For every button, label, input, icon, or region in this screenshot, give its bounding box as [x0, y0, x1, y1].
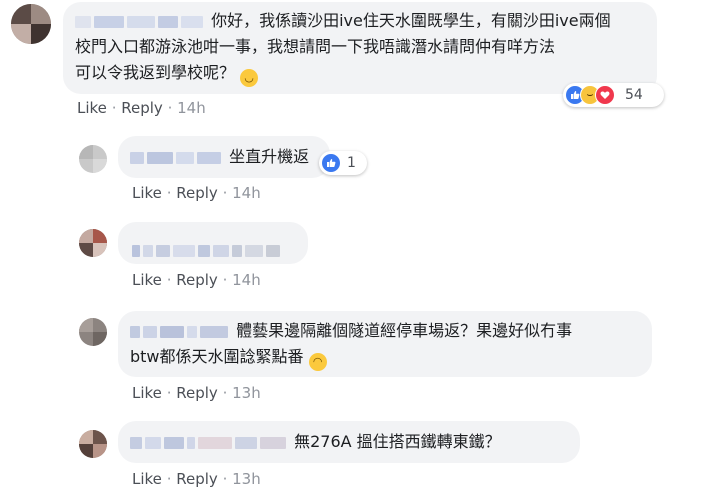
commenter-name-blurred[interactable]	[130, 147, 229, 166]
comment-actions: Like · Reply · 14h	[132, 271, 261, 289]
comment-text-blurred	[132, 237, 283, 263]
separator-dot: ·	[222, 184, 228, 202]
comment-text: 坐直升機返	[130, 144, 309, 170]
commenter-name-blurred[interactable]	[130, 321, 236, 340]
avatar-pixel	[11, 24, 31, 44]
comment-bubble: 無276A 搵住搭西鐵轉東鐵？	[118, 421, 580, 463]
reaction-count: 1	[347, 155, 356, 171]
separator-dot: ·	[167, 99, 173, 117]
separator-dot: ·	[222, 470, 228, 488]
reply-link[interactable]: Reply	[176, 384, 218, 402]
avatar-pixel	[93, 243, 107, 257]
comment-actions: Like · Reply · 14h	[77, 99, 206, 117]
avatar-pixel	[93, 159, 107, 173]
like-link[interactable]: Like	[132, 184, 162, 202]
reply-link[interactable]: Reply	[176, 184, 218, 202]
avatar[interactable]	[79, 430, 107, 458]
separator-dot: ·	[222, 384, 228, 402]
like-reaction-icon	[321, 153, 341, 173]
comment-line-2: 校門入口都游泳池咁一事，我想請問一下我唔識潛水請問仲有咩方法	[75, 37, 556, 56]
separator-dot: ·	[166, 184, 172, 202]
comment-bubble	[118, 222, 308, 264]
comment-text: 你好，我係讀沙田ive住天水圍既學生，有關沙田ive兩個 校門入口都游泳池咁一事…	[75, 8, 611, 87]
like-link[interactable]: Like	[132, 470, 162, 488]
timestamp[interactable]: 13h	[232, 384, 261, 402]
comment-text: 無276A 搵住搭西鐵轉東鐵？	[130, 429, 501, 455]
separator-dot: ·	[222, 271, 228, 289]
avatar-pixel	[93, 229, 107, 243]
avatar-pixel	[11, 4, 31, 24]
comment-text: 體藝果邊隔離個隧道經停車場返？果邊好似冇事 btw都係天水圍諗緊點番 ◠	[130, 318, 572, 371]
like-link[interactable]: Like	[77, 99, 107, 117]
separator-dot: ·	[166, 271, 172, 289]
relieved-face-emoji-icon: ◡	[240, 69, 259, 87]
avatar[interactable]	[11, 4, 51, 44]
love-reaction-icon	[595, 85, 615, 105]
comment-line-2: btw都係天水圍諗緊點番	[130, 347, 304, 366]
comment-body: 坐直升機返	[229, 147, 310, 166]
avatar-pixel	[79, 145, 93, 159]
reply-link[interactable]: Reply	[121, 99, 163, 117]
avatar-pixel	[79, 318, 93, 332]
avatar-pixel	[93, 444, 107, 458]
avatar-pixel	[79, 444, 93, 458]
avatar[interactable]	[79, 318, 107, 346]
comment-line-1: 你好，我係讀沙田ive住天水圍既學生，有關沙田ive兩個	[211, 11, 611, 30]
comment-actions: Like · Reply · 13h	[132, 384, 261, 402]
reaction-count: 54	[625, 87, 643, 103]
reply-link[interactable]: Reply	[176, 470, 218, 488]
timestamp[interactable]: 14h	[232, 184, 261, 202]
avatar-pixel	[31, 4, 51, 24]
timestamp[interactable]: 14h	[232, 271, 261, 289]
reaction-summary[interactable]: ⌣ 54	[563, 83, 664, 107]
avatar-pixel	[79, 430, 93, 444]
comment-bubble: 你好，我係讀沙田ive住天水圍既學生，有關沙田ive兩個 校門入口都游泳池咁一事…	[63, 2, 657, 94]
comment-body: 無276A 搵住搭西鐵轉東鐵？	[294, 432, 501, 451]
avatar[interactable]	[79, 145, 107, 173]
reaction-summary[interactable]: 1	[319, 151, 367, 175]
avatar-pixel	[79, 229, 93, 243]
avatar-pixel	[31, 24, 51, 44]
comment-line-1: 體藝果邊隔離個隧道經停車場返？果邊好似冇事	[236, 321, 573, 340]
like-link[interactable]: Like	[132, 271, 162, 289]
avatar[interactable]	[79, 229, 107, 257]
avatar-pixel	[93, 332, 107, 346]
separator-dot: ·	[111, 99, 117, 117]
like-link[interactable]: Like	[132, 384, 162, 402]
comment-actions: Like · Reply · 14h	[132, 184, 261, 202]
separator-dot: ·	[166, 470, 172, 488]
avatar-pixel	[93, 430, 107, 444]
reply-link[interactable]: Reply	[176, 271, 218, 289]
comment-line-3: 可以令我返到學校呢？	[75, 63, 236, 82]
avatar-pixel	[79, 243, 93, 257]
comment-bubble: 體藝果邊隔離個隧道經停車場返？果邊好似冇事 btw都係天水圍諗緊點番 ◠	[118, 311, 652, 377]
timestamp[interactable]: 13h	[232, 470, 261, 488]
comment-actions: Like · Reply · 13h	[132, 470, 261, 488]
commenter-name-blurred[interactable]	[75, 11, 211, 30]
separator-dot: ·	[166, 384, 172, 402]
commenter-name-blurred[interactable]	[130, 432, 294, 451]
laughing-emoji-icon: ◠	[308, 353, 327, 371]
comment-bubble: 坐直升機返	[118, 136, 330, 178]
timestamp[interactable]: 14h	[177, 99, 206, 117]
